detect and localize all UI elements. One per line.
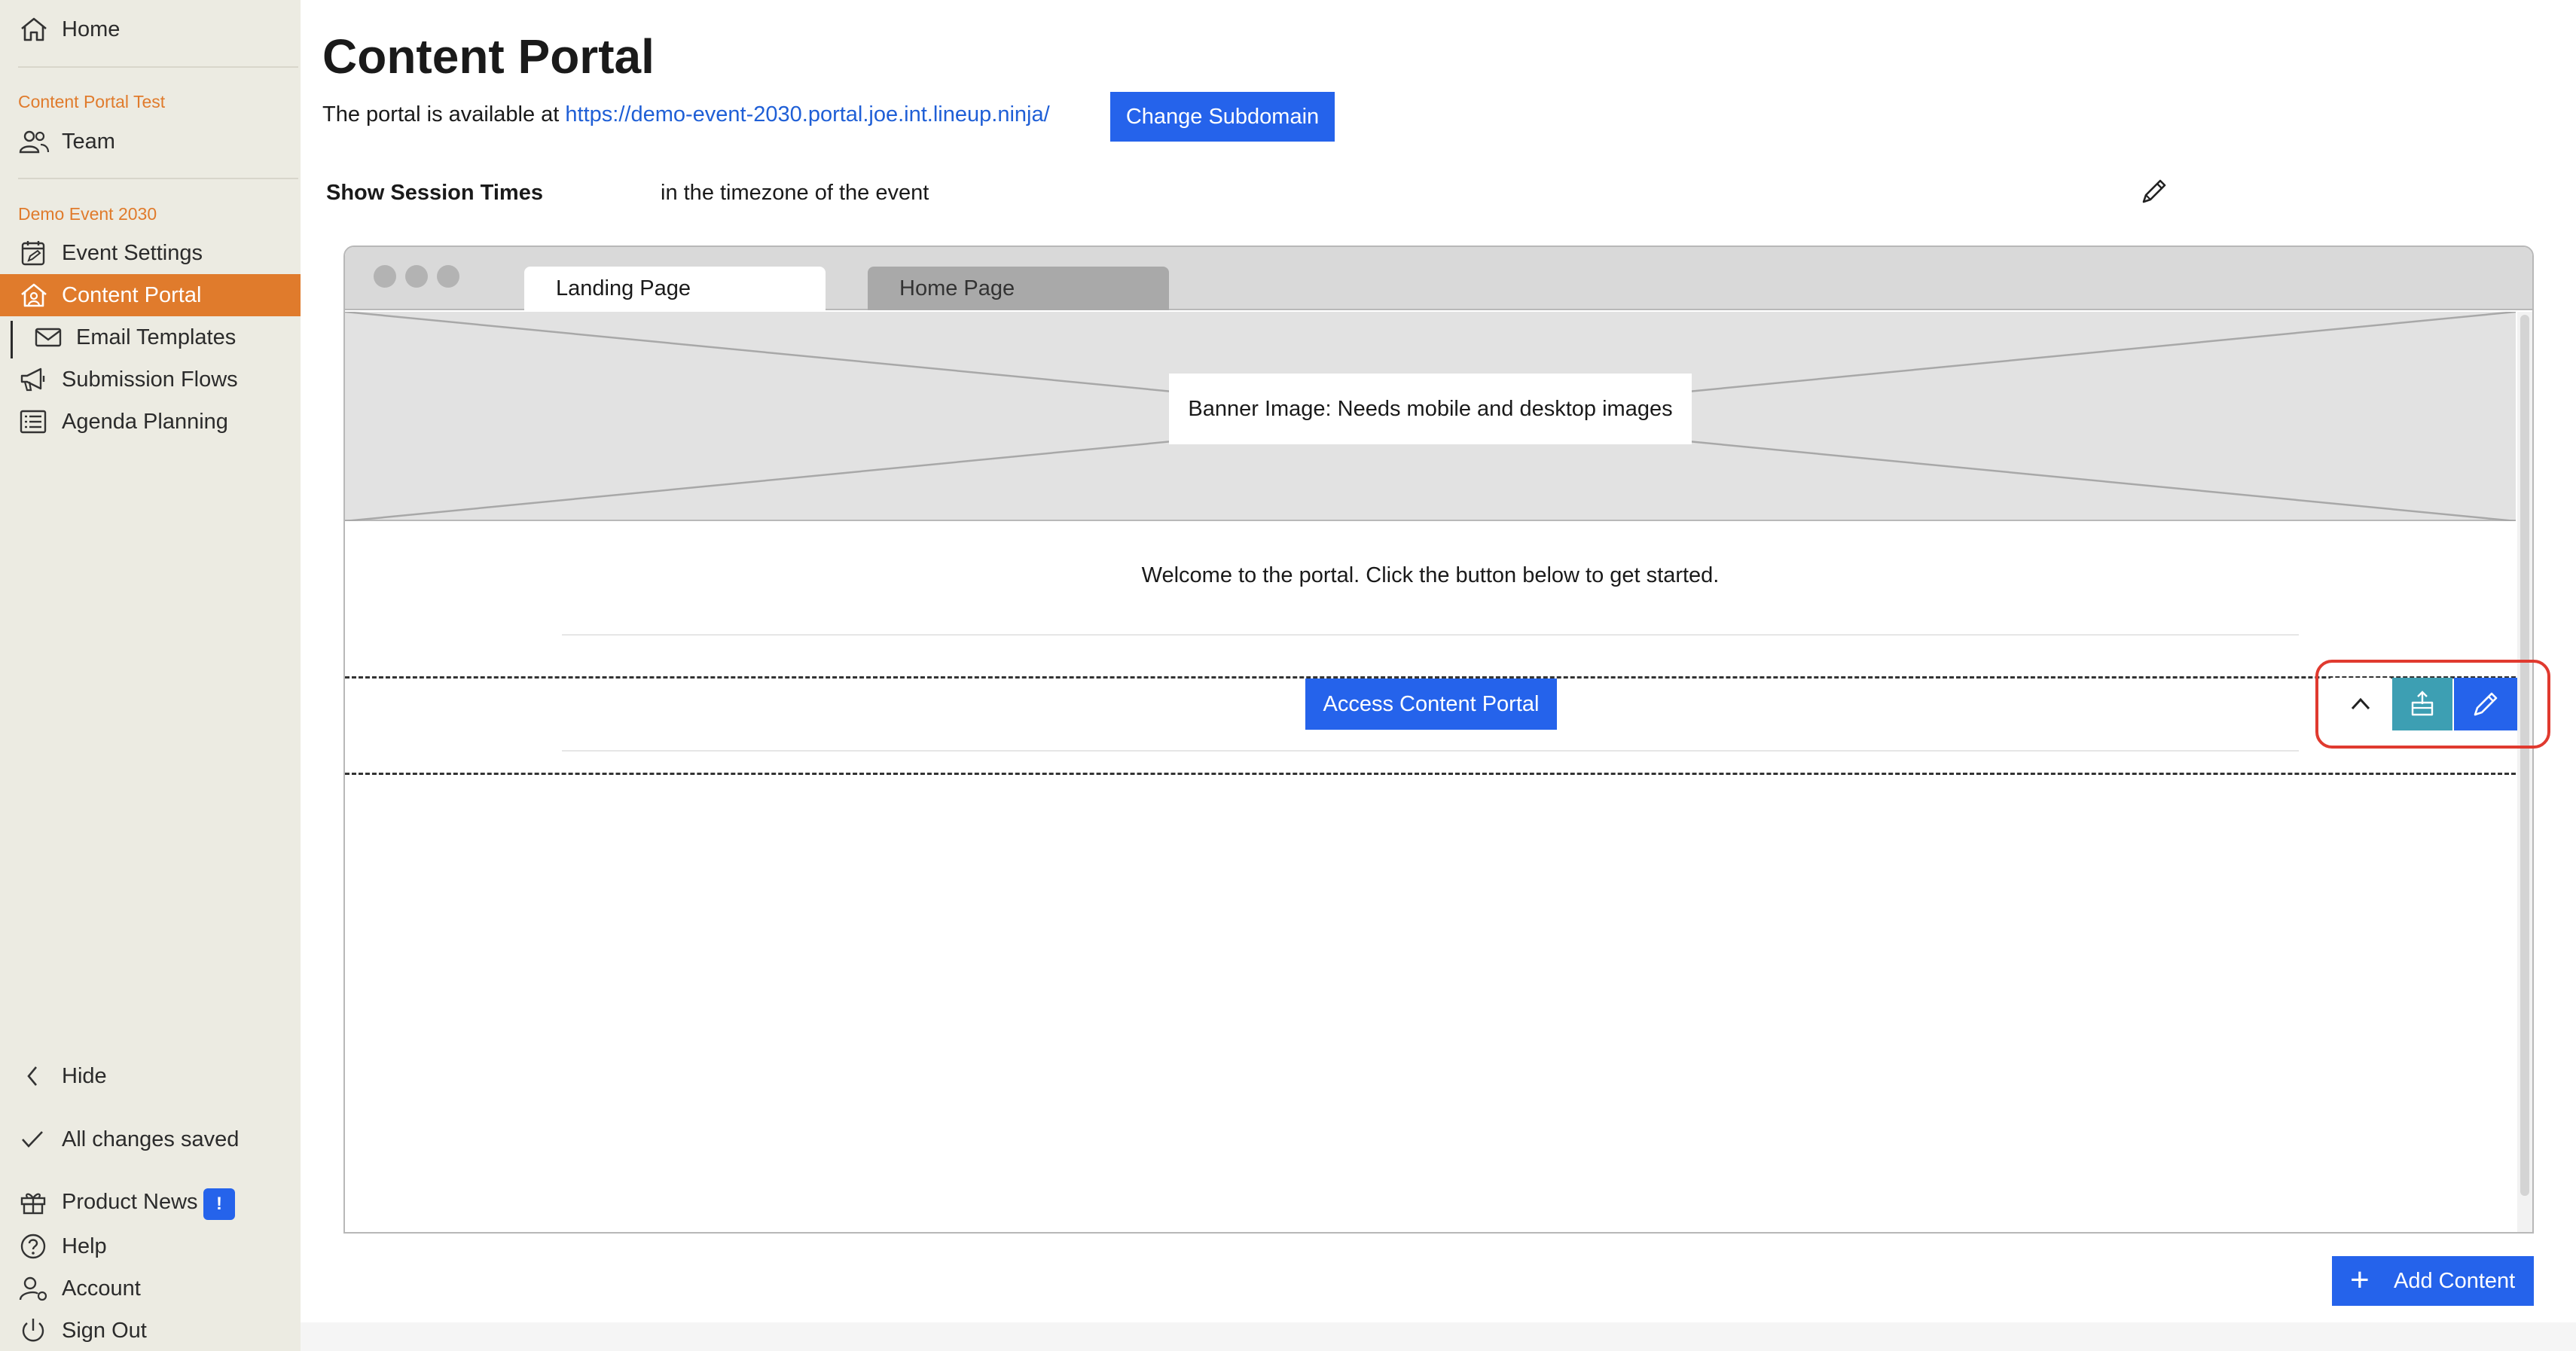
browser-chrome: Landing Page Home Page [345, 247, 2532, 310]
selected-block-bottom-border [345, 773, 2516, 775]
power-icon [22, 1319, 44, 1342]
help-label: Help [62, 1234, 107, 1258]
portal-availability: The portal is available at https://demo-… [322, 102, 1050, 127]
chevron-up-icon [2351, 697, 2370, 710]
hide-sidebar-button[interactable]: Hide [0, 1055, 301, 1097]
preview-scrollbar-thumb[interactable] [2520, 315, 2529, 1196]
content-divider [562, 750, 2299, 752]
sidebar-item-product-news[interactable]: Product News ! [0, 1181, 301, 1223]
save-status-label: All changes saved [62, 1127, 240, 1151]
tab-landing-page[interactable]: Landing Page [524, 267, 826, 310]
portal-url-link[interactable]: https://demo-event-2030.portal.joe.int.l… [565, 102, 1049, 127]
banner-image-label: Banner Image: Needs mobile and desktop i… [1169, 374, 1692, 444]
sidebar-divider [18, 178, 298, 179]
save-status: All changes saved [0, 1118, 301, 1160]
availability-prefix: The portal is available at [322, 102, 560, 127]
edit-block-button[interactable] [2454, 678, 2517, 730]
footer-strip [301, 1322, 2576, 1351]
chevron-left-icon [27, 1066, 37, 1086]
save-block-button[interactable] [2392, 678, 2452, 730]
list-icon [20, 410, 47, 434]
sidebar-divider [18, 66, 298, 68]
window-dot [405, 265, 428, 288]
pencil-icon [2474, 692, 2498, 716]
portal-preview-window: Landing Page Home Page Banner Image: Nee… [343, 245, 2534, 1234]
sidebar-item-email-templates-label: Email Templates [76, 325, 237, 349]
sidebar-item-content-portal[interactable]: Content Portal [0, 274, 301, 316]
calendar-edit-icon [21, 241, 45, 266]
product-news-label: Product News [62, 1190, 198, 1214]
sidebar-item-team[interactable]: Team [0, 120, 301, 163]
edit-session-times-pencil-icon[interactable] [2139, 176, 2169, 206]
add-content-label: Add Content [2394, 1269, 2516, 1293]
sidebar-item-account[interactable]: Account [0, 1267, 301, 1310]
sidebar-item-agenda-planning-label: Agenda Planning [62, 410, 228, 434]
sidebar-item-email-templates[interactable]: Email Templates [0, 316, 301, 358]
envelope-icon [35, 328, 62, 347]
portal-home-icon [21, 283, 47, 307]
account-label: Account [62, 1276, 141, 1301]
sidebar-item-content-portal-label: Content Portal [62, 283, 202, 307]
sidebar: Home Content Portal Test Team Demo Event… [0, 0, 301, 1351]
sidebar-item-agenda-planning[interactable]: Agenda Planning [0, 401, 301, 443]
sidebar-item-help[interactable]: Help [0, 1225, 301, 1267]
window-dot [437, 265, 459, 288]
box-upload-icon [2411, 691, 2434, 716]
window-dot [374, 265, 396, 288]
section-label-team: Content Portal Test [18, 92, 166, 111]
checkmark-icon [22, 1131, 43, 1148]
sidebar-item-event-settings-label: Event Settings [62, 241, 203, 265]
tab-home-page[interactable]: Home Page [868, 267, 1169, 310]
megaphone-icon [20, 367, 45, 392]
sidebar-item-submission-flows-label: Submission Flows [62, 367, 238, 392]
notification-badge: ! [203, 1188, 235, 1220]
home-icon [21, 17, 47, 41]
sidebar-item-sign-out[interactable]: Sign Out [0, 1310, 301, 1351]
plus-icon: + [2350, 1261, 2370, 1298]
sidebar-item-event-settings[interactable]: Event Settings [0, 232, 301, 274]
sidebar-item-home[interactable]: Home [0, 8, 301, 50]
sidebar-item-team-label: Team [62, 130, 115, 154]
sidebar-item-submission-flows[interactable]: Submission Flows [0, 358, 301, 401]
welcome-text: Welcome to the portal. Click the button … [1141, 563, 1720, 587]
section-label-event: Demo Event 2030 [18, 204, 157, 224]
help-icon [20, 1234, 46, 1259]
access-content-portal-button[interactable]: Access Content Portal [1305, 679, 1557, 730]
team-icon [19, 130, 50, 154]
gift-icon [20, 1193, 46, 1215]
banner-image-placeholder[interactable]: Banner Image: Needs mobile and desktop i… [345, 312, 2516, 521]
session-times-label: Show Session Times [326, 181, 543, 205]
sign-out-label: Sign Out [62, 1319, 147, 1343]
move-up-button[interactable] [2330, 678, 2391, 730]
account-settings-icon [19, 1276, 47, 1301]
hide-label: Hide [62, 1064, 107, 1088]
session-times-value: in the timezone of the event [661, 181, 929, 205]
content-divider [562, 634, 2299, 636]
add-content-button[interactable]: + Add Content [2332, 1256, 2534, 1306]
change-subdomain-button[interactable]: Change Subdomain [1110, 92, 1335, 142]
page-title: Content Portal [322, 29, 655, 84]
sidebar-item-home-label: Home [62, 17, 121, 41]
